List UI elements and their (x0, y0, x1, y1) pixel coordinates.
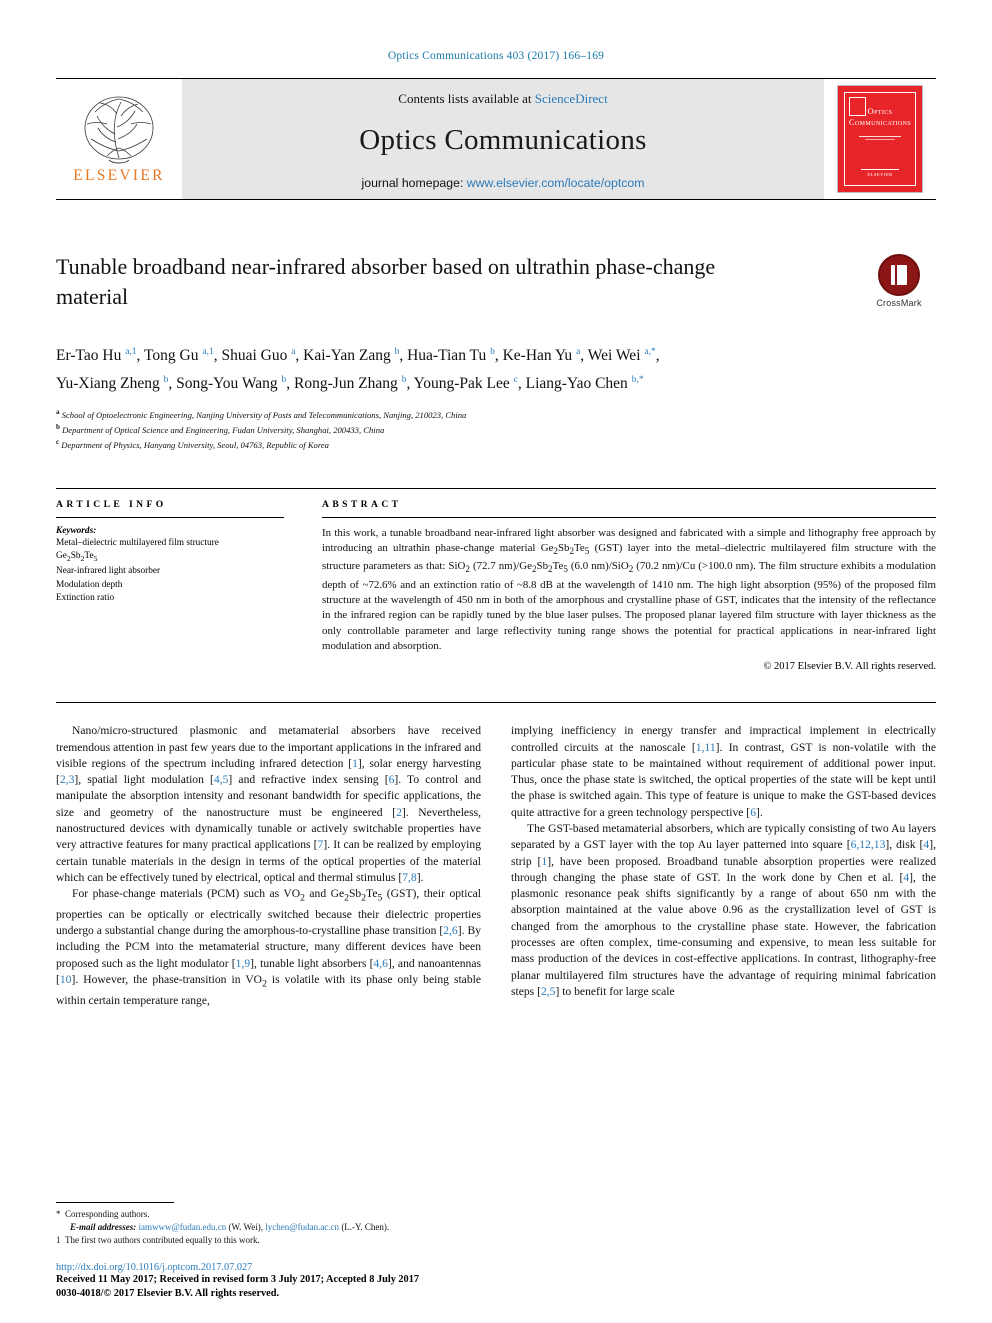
cover-inner-frame: Optics Communications ELSEVIER (844, 92, 916, 186)
contents-prefix: Contents lists available at (398, 91, 535, 106)
journal-cover-block: Optics Communications ELSEVIER (824, 79, 936, 199)
article-page: Optics Communications 403 (2017) 166–169 (0, 0, 992, 1323)
elsevier-tree-icon (84, 96, 154, 163)
crossmark-badge[interactable]: CrossMark (862, 254, 936, 308)
body-paragraph: The GST-based metamaterial absorbers, wh… (511, 822, 936, 998)
article-info-heading: ARTICLE INFO (56, 498, 167, 510)
info-abstract-section: ARTICLE INFO Keywords: Metal–dielectric … (56, 487, 936, 673)
abstract-copyright: © 2017 Elsevier B.V. All rights reserved… (763, 661, 936, 673)
article-info-rule (56, 516, 284, 518)
cover-title-line2: Communications (848, 117, 912, 127)
doi-link[interactable]: http://dx.doi.org/10.1016/j.optcom.2017.… (56, 1262, 526, 1273)
affiliation-list: a School of Optoelectronic Engineering, … (56, 406, 936, 451)
page-title: Tunable broadband near-infrared absorber… (56, 254, 716, 309)
cover-footer: ELSEVIER (861, 169, 899, 177)
author-list: Er-Tao Hu a,1, Tong Gu a,1, Shuai Guo a,… (56, 340, 936, 396)
journal-title: Optics Communications (359, 124, 647, 156)
body-paragraph: Nano/micro-structured plasmonic and meta… (56, 724, 481, 884)
cover-title: Optics Communications (845, 106, 915, 128)
title-block: Tunable broadband near-infrared absorber… (56, 252, 936, 316)
elsevier-wordmark: ELSEVIER (73, 166, 165, 184)
author-line-2: Yu-Xiang Zheng b, Song-You Wang b, Rong-… (56, 375, 644, 393)
body-column-right: implying inefficiency in energy transfer… (511, 723, 936, 1009)
keyword-item: Metal–dielectric multilayered film struc… (56, 537, 219, 548)
footnote-rule (56, 1202, 174, 1203)
sciencedirect-link[interactable]: ScienceDirect (535, 91, 608, 106)
affiliation-item: a School of Optoelectronic Engineering, … (56, 406, 936, 421)
publication-block: http://dx.doi.org/10.1016/j.optcom.2017.… (56, 1262, 526, 1301)
contents-available-line: Contents lists available at ScienceDirec… (398, 91, 607, 107)
affiliation-text: Department of Optical Science and Engine… (62, 425, 385, 436)
keyword-item: Modulation depth (56, 579, 123, 590)
footnote-emails: E-mail addresses: iamwww@fudan.edu.cn (W… (56, 1221, 476, 1234)
affiliation-mark: b (56, 423, 60, 432)
footnote-equal-text: The first two authors contributed equall… (65, 1235, 260, 1245)
email-link-2[interactable]: lychen@fudan.ac.cn (265, 1222, 339, 1232)
crossmark-icon (878, 254, 920, 296)
cover-divider-2 (865, 139, 895, 140)
masthead-center: Contents lists available at ScienceDirec… (182, 79, 824, 199)
email-addresses-label: E-mail addresses: (70, 1222, 137, 1232)
author-line-1: Er-Tao Hu a,1, Tong Gu a,1, Shuai Guo a,… (56, 347, 660, 365)
body-columns: Nano/micro-structured plasmonic and meta… (56, 702, 936, 1009)
footnote-block: * Corresponding authors. E-mail addresse… (56, 1202, 476, 1247)
homepage-prefix: journal homepage: (361, 176, 467, 190)
abstract-rule (322, 516, 936, 518)
cover-divider (859, 136, 901, 137)
journal-masthead: ELSEVIER Contents lists available at Sci… (56, 78, 936, 200)
affiliation-mark: c (56, 438, 60, 447)
footnote-equal-contribution: 1 The first two authors contributed equa… (56, 1234, 476, 1247)
publication-dates: Received 11 May 2017; Received in revise… (56, 1274, 420, 1285)
publication-issn: 0030-4018/© 2017 Elsevier B.V. All right… (56, 1288, 280, 1299)
affiliation-mark: a (56, 408, 60, 417)
journal-homepage-link[interactable]: www.elsevier.com/locate/optcom (467, 176, 645, 190)
crossmark-label: CrossMark (876, 298, 922, 308)
email-owner-2: (L.-Y. Chen). (341, 1222, 390, 1232)
keyword-item: Extinction ratio (56, 593, 115, 604)
body-paragraph: For phase-change materials (PCM) such as… (56, 887, 482, 1007)
footnote-mark-one: 1 (56, 1235, 61, 1245)
affiliation-text: School of Optoelectronic Engineering, Na… (61, 410, 467, 421)
article-info-column: ARTICLE INFO Keywords: Metal–dielectric … (56, 499, 284, 673)
footnote-mark-star: * (56, 1209, 61, 1219)
affiliation-item: b Department of Optical Science and Engi… (56, 421, 936, 436)
footnote-corresponding-text: Corresponding authors. (65, 1209, 150, 1219)
running-head: Optics Communications 403 (2017) 166–169 (387, 50, 605, 62)
elsevier-logo: ELSEVIER (60, 94, 178, 185)
keyword-item: Near-infrared light absorber (56, 566, 161, 577)
elsevier-logo-block: ELSEVIER (56, 79, 182, 199)
body-column-left: Nano/micro-structured plasmonic and meta… (56, 723, 481, 1009)
cover-title-line1: Optics (867, 106, 893, 116)
journal-homepage-line: journal homepage: www.elsevier.com/locat… (362, 176, 645, 190)
email-owner-1: (W. Wei), (228, 1222, 264, 1232)
email-link-1[interactable]: iamwww@fudan.edu.cn (139, 1222, 227, 1232)
cover-footer-text: ELSEVIER (867, 172, 893, 177)
abstract-text: In this work, a tunable broadband near-i… (322, 526, 936, 652)
abstract-heading: ABSTRACT (322, 498, 402, 510)
cover-footer-rule (861, 169, 899, 170)
keywords-label: Keywords: (56, 525, 97, 536)
journal-cover-image: Optics Communications ELSEVIER (837, 85, 923, 193)
body-paragraph: implying inefficiency in energy transfer… (511, 724, 936, 819)
abstract-column: ABSTRACT In this work, a tunable broadba… (322, 498, 936, 673)
affiliation-text: Department of Physics, Hanyang Universit… (61, 440, 329, 451)
footnote-corresponding: * Corresponding authors. (56, 1208, 476, 1221)
affiliation-item: c Department of Physics, Hanyang Univers… (56, 436, 936, 451)
keyword-item: Ge2Sb2Te5 (56, 551, 98, 563)
